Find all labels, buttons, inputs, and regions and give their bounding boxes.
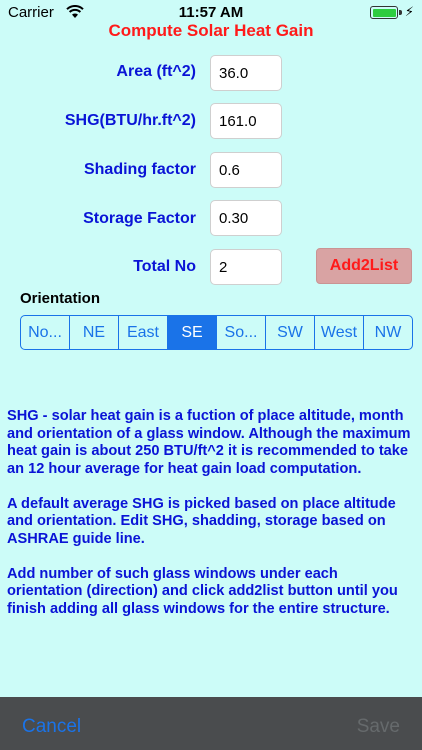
help-paragraph-default-shg: A default average SHG is picked based on… — [7, 495, 396, 547]
storage-factor-input[interactable] — [210, 200, 282, 236]
cancel-button[interactable]: Cancel — [22, 716, 81, 738]
shading-factor-input[interactable] — [210, 152, 282, 188]
shg-input[interactable] — [210, 103, 282, 139]
bottom-toolbar: Cancel Save — [0, 697, 422, 750]
orientation-segment-southwest[interactable]: SW — [266, 316, 315, 349]
total-number-input[interactable] — [210, 249, 282, 285]
area-input[interactable] — [210, 55, 282, 91]
charging-icon: ⚡ — [404, 4, 414, 19]
help-text: SHG - solar heat gain is a fuction of pl… — [7, 408, 415, 666]
shg-label: SHG(BTU/hr.ft^2) — [64, 112, 196, 129]
orientation-label: Orientation — [20, 290, 101, 307]
orientation-segment-north[interactable]: No... — [21, 316, 70, 349]
orientation-segment-northeast[interactable]: NE — [70, 316, 119, 349]
orientation-segment-southeast[interactable]: SE — [168, 316, 217, 349]
save-button[interactable]: Save — [357, 716, 400, 738]
total-number-label: Total No — [133, 258, 196, 275]
battery-tip — [399, 10, 402, 15]
orientation-segmented-control: No... NE East SE So... SW West NW — [20, 315, 413, 350]
status-time: 11:57 AM — [178, 4, 244, 21]
storage-factor-label: Storage Factor — [83, 210, 196, 227]
orientation-segment-east[interactable]: East — [119, 316, 168, 349]
page-title: Compute Solar Heat Gain — [108, 21, 314, 40]
battery-level-fill — [372, 8, 396, 17]
add-to-list-button[interactable]: Add2List — [316, 248, 412, 284]
orientation-segment-west[interactable]: West — [315, 316, 364, 349]
help-paragraph-shg: SHG - solar heat gain is a fuction of pl… — [7, 408, 411, 477]
orientation-segment-northwest[interactable]: NW — [364, 316, 412, 349]
shading-factor-label: Shading factor — [83, 161, 196, 178]
help-paragraph-add-windows: Add number of such glass windows under e… — [7, 565, 398, 617]
orientation-segment-south[interactable]: So... — [217, 316, 266, 349]
battery-icon — [370, 6, 402, 19]
area-label: Area (ft^2) — [116, 63, 196, 80]
